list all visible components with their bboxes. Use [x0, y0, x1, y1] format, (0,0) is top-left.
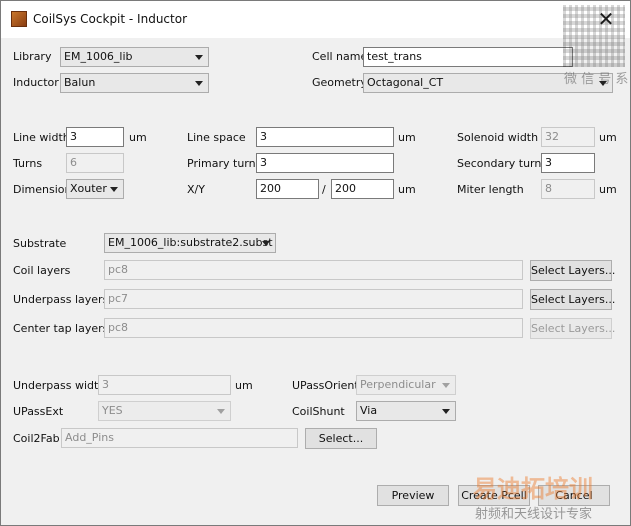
y-input[interactable]: 200 [331, 179, 394, 199]
secondary-turns-label: Secondary turns [457, 157, 548, 170]
primary-turns-input[interactable]: 3 [256, 153, 394, 173]
line-width-unit: um [129, 131, 147, 144]
underpass-width-label: Underpass width [13, 379, 106, 392]
miter-length-input[interactable]: 8 [541, 179, 595, 199]
dimension-select[interactable]: Xouter [66, 179, 124, 199]
preview-button[interactable]: Preview [377, 485, 449, 506]
upass-orient-select[interactable]: Perpendicular [356, 375, 456, 395]
chevron-down-icon [195, 81, 203, 86]
miter-length-label: Miter length [457, 183, 524, 196]
xy-separator: / [322, 183, 326, 196]
inductor-value: Balun [64, 76, 96, 89]
inductor-dialog: CoilSys Cockpit - Inductor ✕ Library EM_… [0, 0, 631, 526]
solenoid-width-unit: um [599, 131, 617, 144]
inductor-label: Inductor [13, 76, 59, 89]
miter-length-unit: um [599, 183, 617, 196]
geometry-label: Geometry [312, 76, 367, 89]
brand-watermark: 易迪拓培训 [473, 475, 593, 503]
chevron-down-icon [442, 383, 450, 388]
upass-orient-label: UPassOrient [292, 379, 359, 392]
upass-ext-select[interactable]: YES [98, 401, 231, 421]
chevron-down-icon [110, 187, 118, 192]
center-tap-layers-input[interactable]: pc8 [104, 318, 523, 338]
title-bar: CoilSys Cockpit - Inductor ✕ [1, 1, 630, 38]
library-label: Library [13, 50, 52, 63]
dimension-label: Dimension [13, 183, 72, 196]
underpass-layers-input[interactable]: pc7 [104, 289, 523, 309]
select-underpass-layers-button[interactable]: Select Layers... [530, 289, 615, 310]
chevron-down-icon [217, 409, 225, 414]
line-space-input[interactable]: 3 [256, 127, 394, 147]
line-width-label: Line width [13, 131, 70, 144]
line-space-label: Line space [187, 131, 246, 144]
substrate-label: Substrate [13, 237, 67, 250]
chevron-down-icon [195, 55, 203, 60]
turns-label: Turns [13, 157, 43, 170]
upass-ext-label: UPassExt [13, 405, 64, 418]
upass-orient-value: Perpendicular [360, 378, 436, 391]
chevron-down-icon [442, 409, 450, 414]
upass-ext-value: YES [102, 404, 123, 417]
coil2fab-label: Coil2Fab [13, 432, 60, 445]
select-coil-layers-button[interactable]: Select Layers... [530, 260, 615, 281]
coil-layers-input[interactable]: pc8 [104, 260, 523, 280]
app-icon [11, 11, 27, 27]
subtitle-watermark: 射频和天线设计专家 [475, 507, 593, 522]
center-tap-layers-label: Center tap layers [13, 322, 109, 335]
cell-name-input[interactable]: test_trans [363, 47, 573, 67]
window-title: CoilSys Cockpit - Inductor [33, 12, 188, 26]
dimension-value: Xouter [70, 182, 107, 195]
chevron-down-icon [262, 241, 270, 246]
cell-name-label: Cell name [312, 50, 368, 63]
underpass-width-input[interactable]: 3 [98, 375, 231, 395]
inductor-select[interactable]: Balun [60, 73, 209, 93]
coil-shunt-label: CoilShunt [292, 405, 345, 418]
coil-layers-label: Coil layers [13, 264, 71, 277]
solenoid-width-input[interactable]: 32 [541, 127, 595, 147]
xy-label: X/Y [187, 183, 205, 196]
underpass-layers-label: Underpass layers [13, 293, 109, 306]
substrate-select[interactable]: EM_1006_lib:substrate2.subst [104, 233, 276, 253]
wechat-watermark: 微 信 号 系 [564, 72, 629, 87]
secondary-turns-input[interactable]: 3 [541, 153, 595, 173]
line-width-input[interactable]: 3 [66, 127, 124, 147]
qr-code-watermark [563, 5, 625, 67]
underpass-width-unit: um [235, 379, 253, 392]
substrate-value: EM_1006_lib:substrate2.subst [108, 236, 273, 249]
library-value: EM_1006_lib [64, 50, 133, 63]
geometry-value: Octagonal_CT [367, 76, 444, 89]
select-center-tap-layers-button[interactable]: Select Layers... [530, 318, 615, 339]
coil2fab-select-button[interactable]: Select... [305, 428, 377, 449]
library-select[interactable]: EM_1006_lib [60, 47, 209, 67]
turns-input[interactable]: 6 [66, 153, 124, 173]
xy-unit: um [398, 183, 416, 196]
coil2fab-input[interactable]: Add_Pins [61, 428, 298, 448]
coil-shunt-select[interactable]: Via [356, 401, 456, 421]
coil-shunt-value: Via [360, 404, 378, 417]
x-input[interactable]: 200 [256, 179, 319, 199]
primary-turns-label: Primary turns [187, 157, 262, 170]
solenoid-width-label: Solenoid width [457, 131, 539, 144]
line-space-unit: um [398, 131, 416, 144]
